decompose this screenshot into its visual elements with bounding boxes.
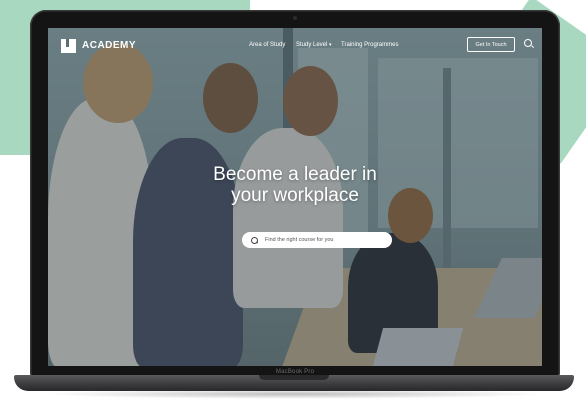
nav-link-study-level[interactable]: Study Level ▾ — [296, 42, 332, 48]
nav-link-label: Study Level — [296, 42, 328, 48]
laptop-screen: ACADEMY Area of Study Study Level ▾ Trai… — [48, 28, 542, 366]
nav-link-area-of-study[interactable]: Area of Study — [249, 42, 285, 48]
course-search-input[interactable]: Find the right course for you — [242, 232, 392, 248]
search-icon[interactable] — [524, 39, 532, 47]
laptop-base — [14, 375, 574, 391]
camera-dot — [293, 16, 297, 20]
site-header: ACADEMY Area of Study Study Level ▾ Trai… — [48, 28, 542, 62]
brand-name[interactable]: ACADEMY — [82, 40, 136, 51]
hero-title-line-1: Become a leader in — [213, 164, 377, 185]
chevron-down-icon: ▾ — [329, 42, 332, 48]
search-placeholder: Find the right course for you — [265, 237, 334, 243]
academy-logo-icon[interactable] — [61, 39, 76, 53]
get-in-touch-button[interactable]: Get In Touch — [467, 37, 515, 52]
hero-title-line-2: your workplace — [231, 185, 359, 206]
laptop-lid: ACADEMY Area of Study Study Level ▾ Trai… — [30, 10, 560, 377]
nav-link-training-programmes[interactable]: Training Programmes — [341, 42, 398, 48]
search-icon — [251, 236, 258, 244]
laptop-opening-notch — [259, 375, 329, 380]
